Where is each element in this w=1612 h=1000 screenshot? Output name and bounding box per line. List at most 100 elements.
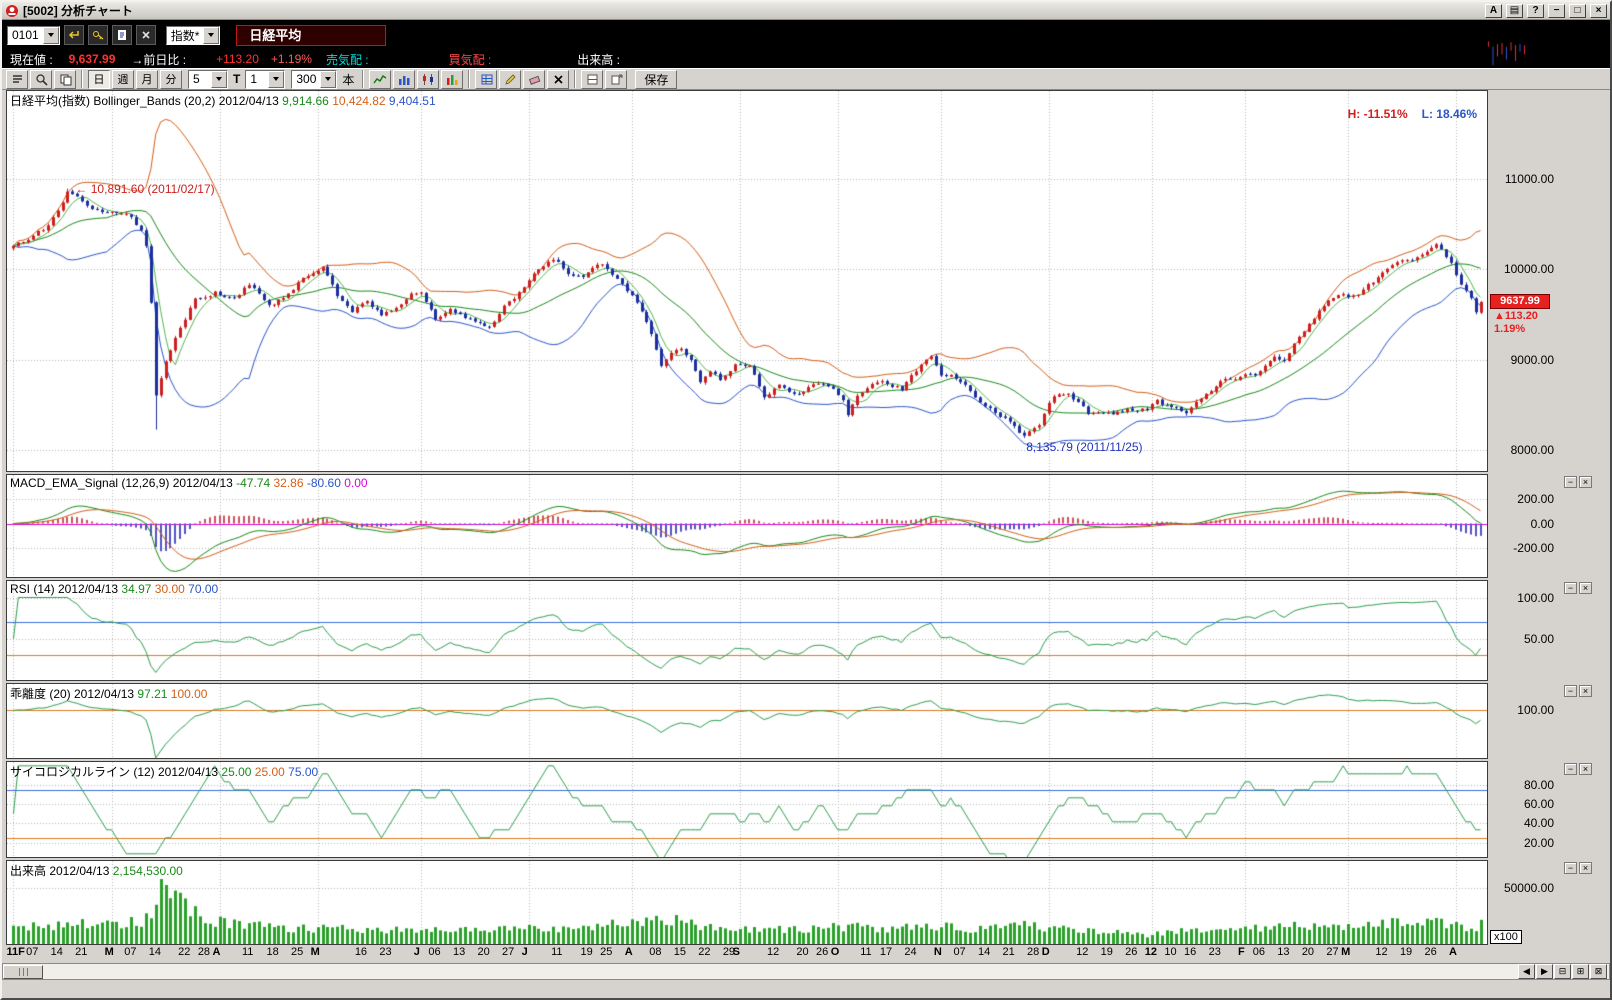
grid-button[interactable] (475, 70, 497, 89)
indicator-value: 30.00 (155, 582, 188, 596)
period-week-button[interactable]: 週 (112, 70, 134, 89)
macd-panel-title: MACD_EMA_Signal (12,26,9) 2012/04/13 -47… (10, 476, 368, 490)
minute-select[interactable]: 5 (188, 70, 228, 89)
indicator-value: 25.00 (255, 765, 288, 779)
indicator-label: MACD_EMA_Signal (12,26,9) 2012/04/13 (10, 476, 236, 490)
scrollbar-button-0[interactable]: ◀ (1518, 964, 1535, 979)
draw-button[interactable] (499, 70, 521, 89)
panel-close-button[interactable]: × (1579, 685, 1592, 697)
panel-minimize-button[interactable]: − (1564, 763, 1577, 775)
clear-button[interactable] (136, 25, 156, 45)
panel-minimize-button[interactable]: − (1564, 582, 1577, 594)
main-price-axis: 11000.0010000.009000.008000.009637.99▲11… (1488, 90, 1610, 472)
panel-psychological: サイコロジカルライン (12) 2012/04/13 25.00 25.00 7… (6, 761, 1610, 858)
minute-value: 5 (189, 72, 211, 86)
indicator-label: 日経平均(指数) Bollinger_Bands (20,2) 2012/04/… (10, 94, 282, 108)
index-type-dropdown[interactable] (203, 27, 219, 44)
kairi-canvas[interactable] (7, 684, 1487, 758)
stock-code-combo[interactable]: 0101 (7, 26, 60, 45)
macd-canvas[interactable] (7, 475, 1487, 577)
tick-select[interactable]: 1 (245, 70, 285, 89)
panel-minimize-button[interactable]: − (1564, 476, 1577, 488)
y-axis-label: 11000.00 (1490, 172, 1554, 186)
volume-canvas[interactable] (7, 861, 1487, 944)
bars-dropdown[interactable] (320, 71, 336, 88)
line-chart-button[interactable] (369, 70, 391, 89)
panel-macd: MACD_EMA_Signal (12,26,9) 2012/04/13 -47… (6, 474, 1610, 578)
style-button[interactable]: ▤ (1506, 4, 1523, 18)
grid-icon (480, 73, 493, 86)
register-button[interactable] (88, 25, 108, 45)
main-chart-canvas[interactable] (7, 91, 1487, 471)
scrollbar-thumb[interactable] (3, 965, 43, 979)
tick-label: T (233, 72, 240, 86)
main-panel-title: 日経平均(指数) Bollinger_Bands (20,2) 2012/04/… (10, 92, 436, 109)
scrollbar-button-1[interactable]: ▶ (1536, 964, 1553, 979)
layout-button[interactable] (581, 70, 603, 89)
x-axis-label: 08 (649, 946, 661, 958)
panel-close-button[interactable]: × (1579, 582, 1592, 594)
maximize-button[interactable]: □ (1569, 4, 1586, 18)
horizontal-scrollbar[interactable]: ◀▶⊟⊞⊠ (2, 963, 1610, 980)
panel-close-button[interactable]: × (1579, 763, 1592, 775)
minute-dropdown[interactable] (211, 71, 227, 88)
erase-button[interactable] (523, 70, 545, 89)
bars-unit-label: 本 (342, 71, 354, 88)
panel-minimize-button[interactable]: − (1564, 862, 1577, 874)
indicator-value: 70.00 (188, 582, 218, 596)
new-window-button[interactable] (605, 70, 627, 89)
x-axis-label: N (934, 946, 942, 958)
x-axis-label: 06 (1253, 946, 1265, 958)
x-axis-label: 07 (124, 946, 136, 958)
kairi-panel-title: 乖離度 (20) 2012/04/13 97.21 100.00 (10, 685, 207, 702)
stock-code-dropdown[interactable] (43, 27, 59, 44)
delete-drawing-button[interactable] (547, 70, 569, 89)
y-axis-label: 10000.00 (1490, 262, 1554, 276)
current-price-value: 9,637.99 (69, 52, 116, 66)
enter-code-button[interactable] (64, 25, 84, 45)
compare-chart-button[interactable] (441, 70, 463, 89)
panel-close-button[interactable]: × (1579, 862, 1592, 874)
tick-dropdown[interactable] (268, 71, 284, 88)
rsi-canvas[interactable] (7, 581, 1487, 680)
period-day-button[interactable]: 日 (88, 70, 110, 89)
candle-chart-button[interactable] (417, 70, 439, 89)
x-axis-label: 20 (477, 946, 489, 958)
bars-select[interactable]: 300 (291, 70, 337, 89)
indicator-value: -80.60 (307, 476, 344, 490)
period-minute-button[interactable]: 分 (160, 70, 182, 89)
font-button[interactable]: A (1485, 4, 1502, 18)
help-button[interactable]: ? (1527, 4, 1544, 18)
bars-value: 300 (292, 72, 320, 86)
memo-button[interactable] (112, 25, 132, 45)
minimize-button[interactable]: − (1548, 4, 1565, 18)
scrollbar-button-3[interactable]: ⊞ (1572, 964, 1589, 979)
line-chart-icon (373, 73, 387, 86)
tick-value: 1 (246, 72, 268, 86)
zoom-button[interactable] (30, 70, 52, 89)
indicator-value: -47.74 (236, 476, 273, 490)
index-type-combo[interactable]: 指数* (166, 26, 221, 45)
panel-minimize-button[interactable]: − (1564, 685, 1577, 697)
x-axis-label: 12 (1076, 946, 1088, 958)
period-month-button[interactable]: 月 (136, 70, 158, 89)
x-axis-label: 26 (1125, 946, 1137, 958)
copy-chart-button[interactable] (54, 70, 76, 89)
scrollbar-button-2[interactable]: ⊟ (1554, 964, 1571, 979)
save-button[interactable]: 保存 (635, 70, 677, 89)
x-axis-label: 18 (267, 946, 279, 958)
scrollbar-buttons: ◀▶⊟⊞⊠ (1518, 964, 1609, 979)
bar-chart-button[interactable] (393, 70, 415, 89)
close-button[interactable]: × (1590, 4, 1607, 18)
x-axis-label: 07 (953, 946, 965, 958)
x-axis-label: 11F (6, 946, 24, 958)
x-axis-label: 28 (1027, 946, 1039, 958)
scrollbar-button-4[interactable]: ⊠ (1590, 964, 1607, 979)
return-arrow-icon (68, 29, 80, 41)
panel-kairi: 乖離度 (20) 2012/04/13 97.21 100.00 100.00−… (6, 683, 1610, 759)
x-axis-label: 17 (880, 946, 892, 958)
x-axis-label: F (1238, 946, 1245, 958)
chart-tool-button[interactable] (6, 70, 28, 89)
panel-close-button[interactable]: × (1579, 476, 1592, 488)
y-axis-label: 9000.00 (1490, 353, 1554, 367)
